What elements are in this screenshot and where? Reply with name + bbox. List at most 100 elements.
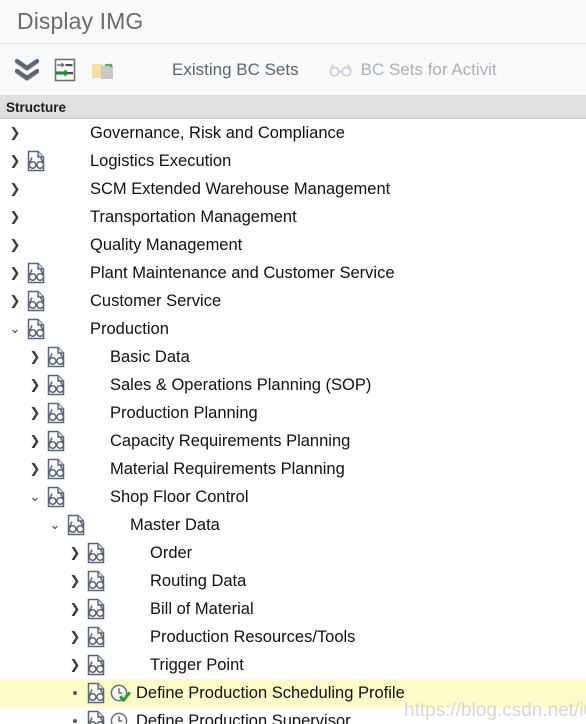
where-used-list-icon[interactable] [46,51,84,89]
tree-row[interactable]: ❯ Material Requirements Planning [0,455,586,483]
tree-row[interactable]: ❯ Logistics Execution [0,147,586,175]
img-node-icon [24,147,48,175]
img-node-icon [44,455,68,483]
img-node-icon [24,175,48,203]
structure-column-label: Structure [6,99,67,115]
tree-row[interactable]: ❯ SCM Extended Warehouse Management [0,175,586,203]
tree-row[interactable]: ❯ Production Resources/Tools [0,623,586,651]
chevron-right-icon[interactable]: ❯ [6,231,24,259]
chevron-right-icon[interactable]: ❯ [6,203,24,231]
chevron-right-icon[interactable]: ❯ [6,175,24,203]
img-node-icon [24,203,48,231]
tree-row-label: Governance, Risk and Compliance [90,123,345,142]
chevron-right-icon[interactable]: ❯ [66,595,84,623]
existing-bc-sets-button[interactable]: Existing BC Sets [162,51,309,89]
img-structure-tree: ❯ Governance, Risk and Compliance ❯ Logisti… [0,119,586,724]
chevron-right-icon[interactable]: ❯ [6,287,24,315]
img-node-icon [84,623,108,651]
glasses-icon [329,63,353,77]
img-activity-icon [48,203,72,231]
tree-row[interactable]: ❯ Routing Data [0,567,586,595]
copy-icon[interactable] [84,51,122,89]
img-node-icon [44,343,68,371]
tree-row-label: Production Planning [110,403,258,422]
img-activity-icon [68,455,92,483]
tree-row-label: Order [150,543,193,562]
tree-row[interactable]: ❯ Transportation Management [0,203,586,231]
img-node-icon [84,707,108,724]
tree-row[interactable]: ❯ Basic Data [0,343,586,371]
chevron-down-icon[interactable]: ⌄ [46,511,64,539]
bc-sets-for-activity-label: BC Sets for Activit [360,59,497,79]
chevron-right-icon[interactable]: ❯ [26,399,44,427]
img-activity-icon [68,483,92,511]
tree-row[interactable]: ⌄ Production [0,315,586,343]
tree-row-label: Shop Floor Control [110,487,249,506]
chevron-right-icon[interactable]: ❯ [66,623,84,651]
display-img-window: Display IMG Existing BC Sets BC Sets for… [0,0,586,724]
existing-bc-sets-label: Existing BC Sets [172,59,299,79]
structure-column-header: Structure [0,96,586,119]
img-activity-icon [108,595,132,623]
tree-row[interactable]: ❯ Order [0,539,586,567]
tree-row[interactable]: ❯ Customer Service [0,287,586,315]
tree-row[interactable]: ❯ Plant Maintenance and Customer Service [0,259,586,287]
tree-row-label: SCM Extended Warehouse Management [90,179,391,198]
img-node-icon [44,371,68,399]
tree-row[interactable]: ❯ Capacity Requirements Planning [0,427,586,455]
img-activity-icon [68,371,92,399]
leaf-dot-icon [66,679,84,707]
img-activity-icon [108,567,132,595]
tree-row-label: Basic Data [110,347,190,366]
tree-row-label: Sales & Operations Planning (SOP) [110,375,372,394]
img-node-icon [84,539,108,567]
chevron-right-icon[interactable]: ❯ [6,259,24,287]
tree-row[interactable]: Define Production Supervisor [0,707,586,724]
img-node-icon [44,427,68,455]
chevron-down-icon[interactable]: ⌄ [6,315,24,343]
tree-row[interactable]: ❯ Governance, Risk and Compliance [0,119,586,147]
img-activity-icon [48,315,72,343]
tree-row[interactable]: ❯ Sales & Operations Planning (SOP) [0,371,586,399]
chevron-down-icon[interactable]: ⌄ [26,483,44,511]
chevron-right-icon[interactable]: ❯ [6,119,24,147]
chevron-right-icon[interactable]: ❯ [66,651,84,679]
chevron-right-icon[interactable]: ❯ [66,567,84,595]
chevron-right-icon[interactable]: ❯ [26,427,44,455]
expand-all-icon[interactable] [8,51,46,89]
img-activity-icon[interactable] [108,707,132,724]
img-node-icon [24,315,48,343]
img-node-icon [64,511,88,539]
img-activity-icon [48,119,72,147]
tree-row-label: Bill of Material [150,599,254,618]
tree-row[interactable]: ❯ Bill of Material [0,595,586,623]
img-activity-icon [48,259,72,287]
img-activity-icon[interactable] [108,679,132,707]
chevron-right-icon[interactable]: ❯ [66,539,84,567]
chevron-right-icon[interactable]: ❯ [26,455,44,483]
img-activity-icon [48,175,72,203]
tree-row-label: Routing Data [150,571,247,590]
chevron-right-icon[interactable]: ❯ [6,147,24,175]
img-activity-icon [48,287,72,315]
bc-sets-for-activity-button[interactable]: BC Sets for Activit [319,51,507,89]
chevron-right-icon[interactable]: ❯ [26,371,44,399]
img-node-icon [44,483,68,511]
chevron-right-icon[interactable]: ❯ [26,343,44,371]
leaf-dot-icon [66,707,84,724]
tree-row[interactable]: ❯ Trigger Point [0,651,586,679]
tree-row-label: Plant Maintenance and Customer Service [90,263,395,282]
img-activity-icon [48,231,72,259]
window-titlebar: Display IMG [0,0,586,44]
tree-row-label: Customer Service [90,291,222,310]
tree-row-label: Master Data [130,515,220,534]
tree-row-label: Material Requirements Planning [110,459,345,478]
tree-row[interactable]: ⌄ Master Data [0,511,586,539]
tree-row[interactable]: ❯ Production Planning [0,399,586,427]
tree-row-label: Quality Management [90,235,243,254]
tree-row[interactable]: ❯ Quality Management [0,231,586,259]
img-node-icon [44,399,68,427]
tree-row[interactable]: Define Production Scheduling Profile [0,679,586,707]
img-activity-icon [68,343,92,371]
tree-row[interactable]: ⌄ Shop Floor Control [0,483,586,511]
